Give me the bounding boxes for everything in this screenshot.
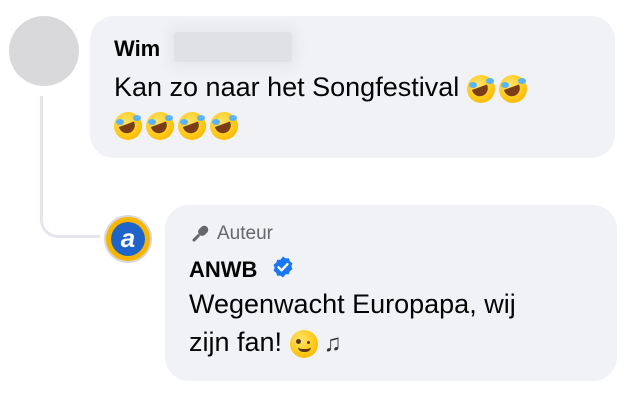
rofl-emoji-icon xyxy=(146,112,174,140)
rofl-emoji-icon xyxy=(114,112,142,140)
anwb-logo-letter: a xyxy=(111,222,145,256)
comment-text: Kan zo naar het Songfestival xyxy=(114,68,531,106)
comment-text-line-1: Wegenwacht Europapa, wij xyxy=(189,289,516,319)
comment-text-body: Kan zo naar het Songfestival xyxy=(114,72,460,102)
rofl-emoji-icon xyxy=(498,74,527,103)
comment-text: Wegenwacht Europapa, wij zijn fan! ♫ xyxy=(189,285,516,363)
blurred-surname xyxy=(174,32,292,62)
winking-face-emoji-icon xyxy=(289,329,318,358)
comment-bubble-wim: Wim Kan zo naar het Songfestival xyxy=(90,16,615,158)
comment-bubble-anwb: Auteur ANWB Wegenwacht Europapa, wij zij… xyxy=(165,205,617,381)
comment-text-line-2: zijn fan! xyxy=(189,327,283,357)
musical-notes-icon: ♫ xyxy=(323,329,342,357)
author-badge: Auteur xyxy=(189,221,273,247)
rofl-emoji-icon xyxy=(210,112,238,140)
emoji-row xyxy=(114,112,242,140)
microphone-icon xyxy=(192,225,209,242)
cut-off-previous-content xyxy=(150,0,410,4)
avatar-anwb[interactable]: a xyxy=(104,215,152,263)
rofl-emoji-icon xyxy=(178,112,206,140)
verified-badge-icon xyxy=(273,256,293,278)
comment-text-line-2-wrap: zijn fan! ♫ xyxy=(189,323,516,363)
comment-author-name[interactable]: ANWB xyxy=(189,257,257,283)
comment-author-name[interactable]: Wim xyxy=(114,36,160,62)
avatar-wim[interactable] xyxy=(9,16,79,86)
author-badge-label: Auteur xyxy=(217,223,273,244)
rofl-emoji-icon xyxy=(466,74,495,103)
